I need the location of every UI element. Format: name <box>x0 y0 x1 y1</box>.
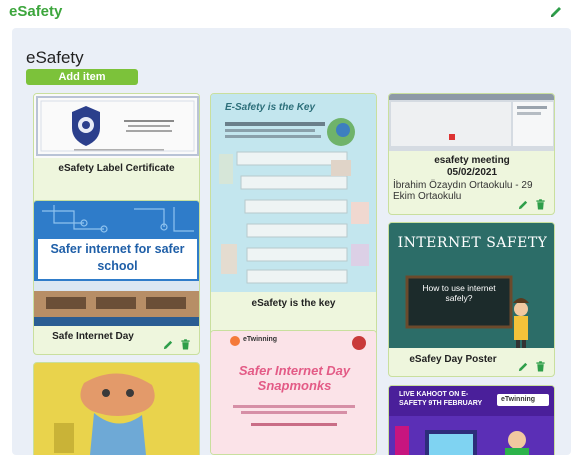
certificate-image <box>34 94 199 158</box>
poster-image: LIVE KAHOOT ON E-SAFETY 9TH FEBRUARY eTw… <box>389 386 554 455</box>
card-title: esafety meeting 05/02/2021 <box>434 155 510 178</box>
card-title: eSafey Day Poster <box>409 354 497 365</box>
trash-icon[interactable] <box>535 199 546 210</box>
banner-text: Safer internet for safer school <box>50 242 185 273</box>
card-safe-internet-day[interactable]: Safer internet for safer school Safe Int… <box>33 200 200 355</box>
card-live-kahoot[interactable]: LIVE KAHOOT ON E-SAFETY 9TH FEBRUARY eTw… <box>388 385 555 455</box>
poster-image: INTERNET SAFETY How to use internet safe… <box>389 223 554 348</box>
trash-icon[interactable] <box>180 339 191 350</box>
pencil-icon[interactable] <box>518 199 529 210</box>
poster-image: eTwinning Safer Internet Day Snapmonks <box>211 331 376 454</box>
poster-heading: E-Safety is the Key <box>225 102 316 113</box>
trash-icon[interactable] <box>535 361 546 372</box>
app-title: eSafety <box>9 3 63 20</box>
top-bar: eSafety <box>0 0 571 26</box>
pencil-icon[interactable] <box>163 339 174 350</box>
card-actions <box>518 361 546 372</box>
pencil-icon[interactable] <box>518 361 529 372</box>
poster-image: E-Safety is the Key <box>211 94 376 292</box>
add-item-button[interactable]: Add item <box>26 69 138 85</box>
card-title: eSafety Label Certificate <box>58 163 175 174</box>
meeting-screenshot <box>389 94 554 151</box>
edit-board-pencil-icon[interactable] <box>548 4 564 20</box>
card-esafety-meeting[interactable]: esafety meeting 05/02/2021 İbrahim Özayd… <box>388 93 555 215</box>
card-title: Safe Internet Day <box>52 331 134 342</box>
poster-heading: INTERNET SAFETY <box>397 235 548 251</box>
card-drawing[interactable] <box>33 362 200 455</box>
board-panel: eSafety Add item eSafety Label Certifica… <box>12 28 571 455</box>
brand-label: eTwinning <box>501 396 536 403</box>
card-title: eSafety is the key <box>251 298 336 309</box>
brand-label: eTwinning <box>243 336 278 343</box>
banner-image: Safer internet for safer school <box>34 201 199 326</box>
card-actions <box>518 199 546 210</box>
drawing-image <box>34 363 199 455</box>
card-esafety-is-the-key[interactable]: E-Safety is the Key eSafety is the key <box>210 93 377 353</box>
poster-heading: LIVE KAHOOT ON E-SAFETY 9TH FEBRUARY <box>399 391 483 407</box>
board-title: eSafety <box>26 48 84 67</box>
card-subtitle: İbrahim Özaydın Ortaokulu - 29 Ekim Orta… <box>393 180 533 202</box>
poster-heading: Safer Internet Day Snapmonks <box>238 363 351 393</box>
card-safer-internet-day-poster[interactable]: eTwinning Safer Internet Day Snapmonks <box>210 330 377 455</box>
card-esafey-day-poster[interactable]: INTERNET SAFETY How to use internet safe… <box>388 222 555 377</box>
board-text: How to use internet safely? <box>422 283 496 303</box>
card-actions <box>163 339 191 350</box>
